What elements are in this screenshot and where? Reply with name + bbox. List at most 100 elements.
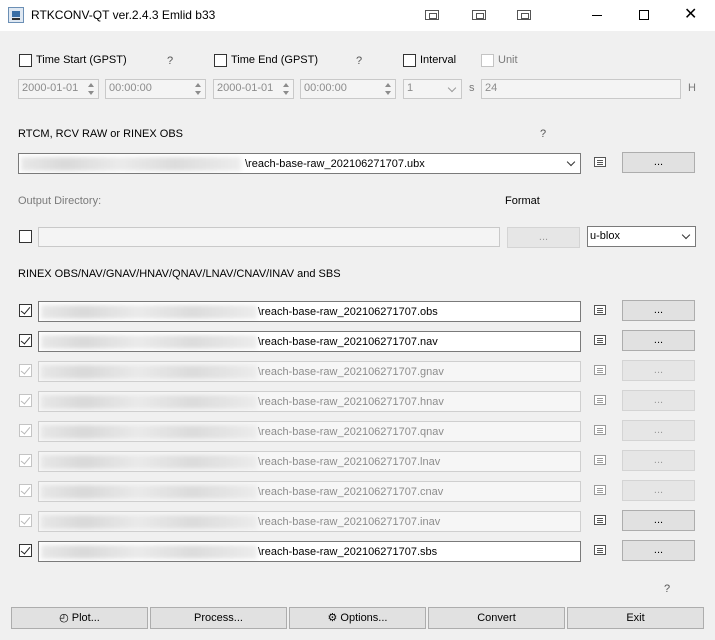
end-date-value: 2000-01-01 [217,82,274,94]
format-value: u-blox [590,230,620,242]
view-file-icon[interactable] [594,455,606,465]
rinex-inav-checkbox[interactable] [19,514,32,527]
format-select[interactable]: u-blox [587,226,696,247]
input-browse-button[interactable]: ... [622,152,695,173]
rinex-inav-browse-button[interactable]: ... [622,510,695,531]
rinex-qnav-browse-button[interactable]: ... [622,420,695,441]
unit-input[interactable]: 24 [481,79,681,99]
options-button[interactable]: ⚙ Options... [289,607,426,629]
rinex-nav-browse-button[interactable]: ... [622,330,695,351]
output-dir-label: Output Directory: [18,195,102,207]
time-end-checkbox[interactable] [214,54,227,67]
chevron-down-icon [447,83,457,93]
time-end-help[interactable]: ? [356,55,362,67]
app-icon [8,7,24,23]
rinex-obs-checkbox[interactable] [19,304,32,317]
maximize-button[interactable] [621,0,667,31]
maximize-icon [639,10,649,20]
rinex-section-label: RINEX OBS/NAV/GNAV/HNAV/QNAV/LNAV/CNAV/I… [18,268,341,280]
rinex-sbs-browse-button[interactable]: ... [622,540,695,561]
rinex-nav-value: \reach-base-raw_202106271707.nav [258,336,438,348]
view-file-icon[interactable] [594,485,606,495]
rinex-gnav-field[interactable]: \reach-base-raw_202106271707.gnav [38,361,581,382]
spin-arrows-icon[interactable] [383,82,393,96]
format-label: Format [505,195,540,207]
window-mode-icon-2[interactable] [472,10,486,20]
redacted-path [21,157,241,171]
output-dir-browse-button[interactable]: ... [507,227,580,248]
rinex-lnav-field[interactable]: \reach-base-raw_202106271707.lnav [38,451,581,472]
rinex-lnav-browse-button[interactable]: ... [622,450,695,471]
close-button[interactable]: ✕ [667,0,713,31]
interval-select[interactable]: 1 [403,79,462,99]
rinex-qnav-checkbox[interactable] [19,424,32,437]
interval-value: 1 [407,82,414,94]
view-file-icon[interactable] [594,425,606,435]
output-dir-input[interactable] [38,227,500,247]
rinex-qnav-field[interactable]: \reach-base-raw_202106271707.qnav [38,421,581,442]
plot-label: Plot... [71,612,100,624]
window-mode-icon-3[interactable] [517,10,531,20]
exit-button[interactable]: Exit [567,607,704,629]
view-file-icon[interactable] [594,395,606,405]
rinex-inav-field[interactable]: \reach-base-raw_202106271707.inav [38,511,581,532]
rinex-hnav-checkbox[interactable] [19,394,32,407]
interval-checkbox[interactable] [403,54,416,67]
start-time-spinbox[interactable]: 00:00:00 [105,79,206,99]
rinex-hnav-value: \reach-base-raw_202106271707.hnav [258,396,444,408]
options-label: Options... [340,612,388,624]
rinex-nav-checkbox[interactable] [19,334,32,347]
view-file-icon[interactable] [594,515,606,525]
gear-icon: ⚙ [327,611,338,624]
rinex-cnav-checkbox[interactable] [19,484,32,497]
view-file-icon[interactable] [594,365,606,375]
unit-checkbox[interactable] [481,54,494,67]
spin-arrows-icon[interactable] [86,82,96,96]
start-time-value: 00:00:00 [109,82,152,94]
time-end-label: Time End (GPST) [231,54,318,66]
start-date-spinbox[interactable]: 2000-01-01 [18,79,99,99]
end-time-spinbox[interactable]: 00:00:00 [300,79,396,99]
rinex-gnav-browse-button[interactable]: ... [622,360,695,381]
spin-arrows-icon[interactable] [193,82,203,96]
input-file-help[interactable]: ? [540,128,546,140]
rinex-sbs-field[interactable]: \reach-base-raw_202106271707.sbs [38,541,581,562]
window-mode-icon-1[interactable] [425,10,439,20]
time-start-help[interactable]: ? [167,55,173,67]
rinex-nav-field[interactable]: \reach-base-raw_202106271707.nav [38,331,581,352]
rinex-obs-value: \reach-base-raw_202106271707.obs [258,306,438,318]
input-file-combo[interactable]: \reach-base-raw_202106271707.ubx [18,153,581,174]
rinex-cnav-field[interactable]: \reach-base-raw_202106271707.cnav [38,481,581,502]
view-file-icon[interactable] [594,305,606,315]
rinex-hnav-field[interactable]: \reach-base-raw_202106271707.hnav [38,391,581,412]
window-title: RTKCONV-QT ver.2.4.3 Emlid b33 [31,8,216,22]
rinex-sbs-checkbox[interactable] [19,544,32,557]
title-bar: RTKCONV-QT ver.2.4.3 Emlid b33 ✕ [0,0,715,31]
rinex-cnav-browse-button[interactable]: ... [622,480,695,501]
rinex-gnav-checkbox[interactable] [19,364,32,377]
rinex-sbs-value: \reach-base-raw_202106271707.sbs [258,546,438,558]
redacted-path [41,545,257,559]
redacted-path [41,365,257,379]
view-file-icon[interactable] [594,545,606,555]
rinex-hnav-browse-button[interactable]: ... [622,390,695,411]
rinex-obs-browse-button[interactable]: ... [622,300,695,321]
convert-button[interactable]: Convert [428,607,565,629]
rinex-obs-field[interactable]: \reach-base-raw_202106271707.obs [38,301,581,322]
time-start-label: Time Start (GPST) [36,54,127,66]
view-file-icon[interactable] [594,157,606,167]
footer-help[interactable]: ? [664,583,670,595]
end-date-spinbox[interactable]: 2000-01-01 [213,79,294,99]
unit-suffix-label: H [688,82,696,94]
view-file-icon[interactable] [594,335,606,345]
input-file-value: \reach-base-raw_202106271707.ubx [245,158,425,170]
minimize-button[interactable] [575,0,621,31]
rinex-lnav-checkbox[interactable] [19,454,32,467]
process-button[interactable]: Process... [150,607,287,629]
redacted-path [41,485,257,499]
time-start-checkbox[interactable] [19,54,32,67]
spin-arrows-icon[interactable] [281,82,291,96]
plot-button[interactable]: ◴ Plot... [11,607,148,629]
output-dir-checkbox[interactable] [19,230,32,243]
rinex-lnav-value: \reach-base-raw_202106271707.lnav [258,456,441,468]
